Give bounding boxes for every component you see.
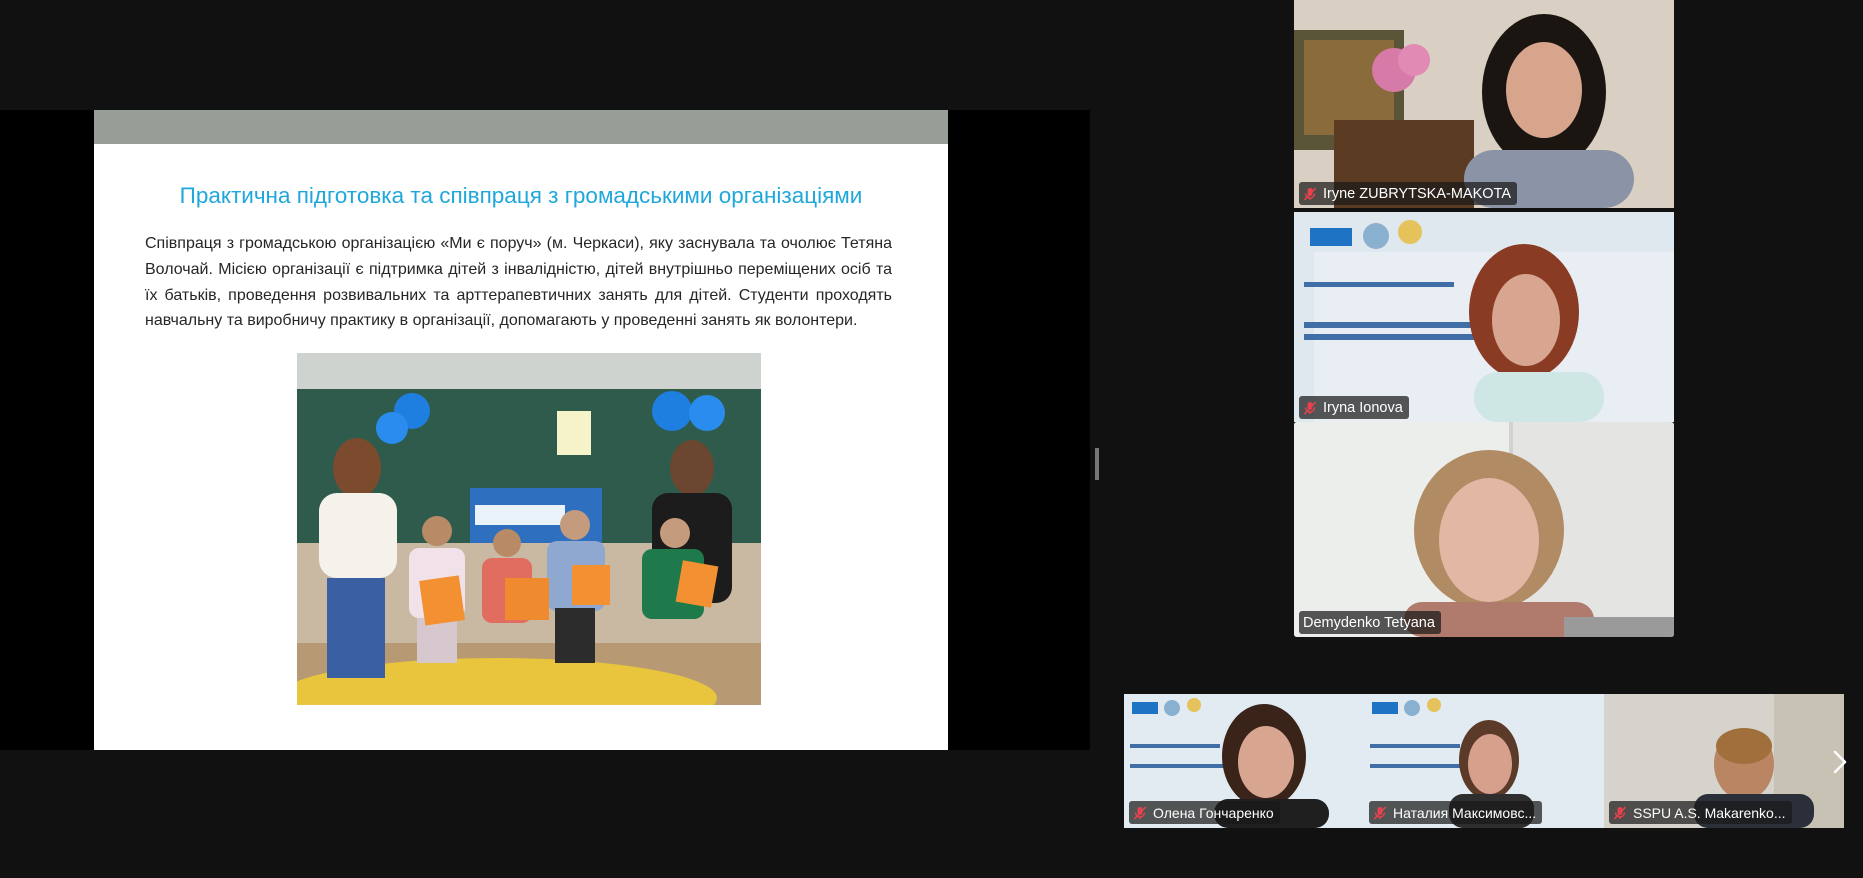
slide-title: Практична підготовка та співпраця з гром… — [179, 183, 863, 208]
mic-off-icon — [1133, 805, 1147, 820]
filmstrip-next-button[interactable] — [1824, 740, 1856, 784]
mic-off-icon — [1373, 805, 1387, 820]
panel-resize-handle[interactable] — [1095, 448, 1099, 480]
shared-screen: Практична підготовка та співпраця з гром… — [0, 110, 1090, 750]
participant-name-tag: SSPU A.S. Makarenko... — [1609, 801, 1792, 824]
slide-header-band — [94, 110, 948, 144]
participant-name-tag: Iryna Ionova — [1299, 396, 1409, 419]
participant-name: Demydenko Tetyana — [1303, 614, 1435, 631]
participant-name-tag: Олена Гончаренко — [1129, 801, 1280, 824]
chevron-right-icon — [1833, 750, 1847, 774]
mic-off-icon — [1613, 805, 1627, 820]
participant-name: Iryna Ionova — [1323, 399, 1403, 416]
mic-off-icon — [1303, 186, 1317, 201]
participant-name: Наталия Максимовс... — [1393, 804, 1537, 821]
presentation-slide: Практична підготовка та співпраця з гром… — [94, 110, 948, 750]
participant-tile[interactable]: Iryne ZUBRYTSKA-MAKOTA — [1294, 0, 1674, 208]
active-speaker-tile[interactable]: Demydenko Tetyana — [1294, 422, 1674, 637]
participant-name-tag: Demydenko Tetyana — [1299, 611, 1441, 634]
participant-name: Олена Гончаренко — [1153, 804, 1274, 821]
participant-name-tag: Наталия Максимовс... — [1369, 801, 1543, 824]
participant-name: SSPU A.S. Makarenko... — [1633, 804, 1786, 821]
filmstrip-participant-tile[interactable]: Олена Гончаренко — [1124, 694, 1364, 828]
filmstrip-participant-tile[interactable]: SSPU A.S. Makarenko... — [1604, 694, 1844, 828]
slide-photo — [297, 353, 761, 705]
mic-off-icon — [1303, 400, 1317, 415]
slide-body-text: Співпраця з громадською організацією «Ми… — [145, 235, 892, 330]
participant-name-tag: Iryne ZUBRYTSKA-MAKOTA — [1299, 182, 1517, 205]
participant-name: Iryne ZUBRYTSKA-MAKOTA — [1323, 185, 1511, 202]
filmstrip-participant-tile[interactable]: Наталия Максимовс... — [1364, 694, 1604, 828]
participant-tile[interactable]: Iryna Ionova — [1294, 212, 1674, 422]
